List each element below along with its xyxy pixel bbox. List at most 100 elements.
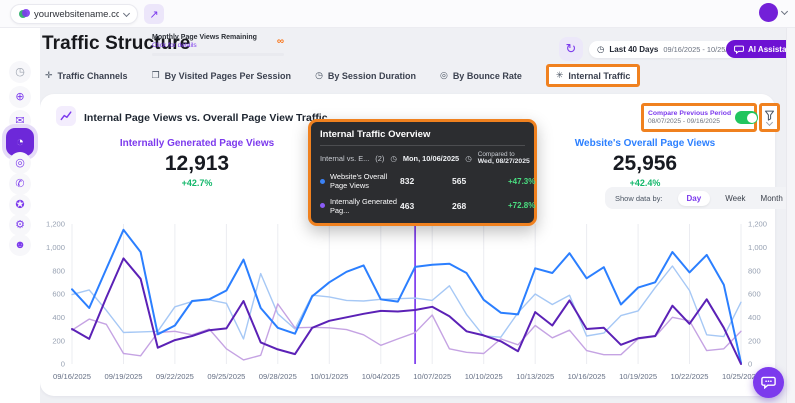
svg-text:1,000: 1,000: [46, 243, 65, 252]
tab-label: By Session Duration: [328, 71, 416, 81]
svg-text:10/01/2025: 10/01/2025: [310, 372, 348, 381]
tooltip-current-date: Mon, 10/06/2025: [403, 154, 459, 163]
sidebar-item-comments[interactable]: ✆: [9, 173, 31, 195]
tab-by-session-duration[interactable]: ◷ By Session Duration: [315, 70, 416, 81]
compared-date: Wed, 08/27/2025: [478, 158, 530, 166]
sidebar-item-account[interactable]: ☻: [9, 234, 31, 256]
sidebar: ◷ ⊕ ✉ ◔ ◎ ✆ ✪ ⚙ ☻: [0, 28, 40, 403]
tooltip-series-label: Internal vs. E...: [320, 154, 369, 163]
svg-text:400: 400: [52, 313, 65, 322]
sidebar-item-settings[interactable]: ⚙: [9, 214, 31, 236]
scrollbar[interactable]: [786, 28, 795, 403]
internal-traffic-icon: ✳: [556, 70, 564, 81]
account-icon: ☻: [14, 239, 26, 251]
tooltip-row-overall: Website's Overall Page Views 832 565 +47…: [320, 172, 525, 191]
svg-text:400: 400: [748, 313, 761, 322]
granularity-month[interactable]: Month: [761, 194, 783, 203]
tab-by-visited-pages[interactable]: ❐ By Visited Pages Per Session: [152, 70, 291, 81]
tab-label: By Visited Pages Per Session: [165, 71, 291, 81]
tab-internal-traffic[interactable]: ✳ Internal Traffic: [546, 64, 641, 87]
metric-value: 25,956: [540, 152, 750, 176]
svg-text:600: 600: [748, 290, 761, 299]
support-chat-button[interactable]: [753, 367, 784, 398]
series-dot-blue: [320, 179, 325, 184]
tab-by-bounce-rate[interactable]: ◎ By Bounce Rate: [440, 70, 522, 81]
compared-label: Compared to: [478, 151, 530, 158]
ai-assistant-button[interactable]: AI Assistant: [726, 40, 795, 58]
site-favicon-icon: [19, 9, 29, 19]
tooltip-meta: Internal vs. E... (2) ◷ Mon, 10/06/2025 …: [320, 151, 525, 166]
settings-icon: ⚙: [15, 219, 25, 231]
chart-title: Internal Page Views vs. Overall Page Vie…: [84, 112, 328, 124]
duration-icon: ◷: [315, 70, 323, 81]
svg-text:800: 800: [748, 266, 761, 275]
site-selector[interactable]: yourwebsitename.com: [10, 4, 138, 24]
svg-text:09/16/2025: 09/16/2025: [53, 372, 91, 381]
chart-title-icon: [56, 106, 76, 126]
filter-button[interactable]: [759, 103, 780, 132]
internal-page-views-metric: Internally Generated Page Views 12,913 +…: [92, 138, 302, 188]
chat-bubble-icon: [761, 376, 776, 389]
row-delta: +47.3%: [508, 177, 535, 186]
row-label: Internally Generated Pag...: [330, 197, 400, 216]
svg-text:09/25/2025: 09/25/2025: [207, 372, 245, 381]
app-screen: yourwebsitename.com ↗ ◷ ⊕ ✉ ◔ ◎ ✆ ✪ ⚙ ☻ …: [0, 0, 795, 403]
svg-text:1,200: 1,200: [748, 220, 767, 229]
comments-icon: ✆: [15, 178, 24, 190]
clock-icon: ◷: [597, 44, 604, 55]
tab-label: By Bounce Rate: [453, 71, 522, 81]
traffic-chart[interactable]: 09/16/2025 09/19/2025 09/22/2025 09/25/2025…: [44, 214, 771, 388]
chat-icon: [734, 45, 744, 54]
svg-text:600: 600: [52, 290, 65, 299]
svg-text:200: 200: [52, 336, 65, 345]
monthly-usage-label: Monthly Page Views Remaining: [152, 34, 284, 41]
refresh-button[interactable]: ↻: [559, 37, 583, 61]
metric-label: Website's Overall Page Views: [540, 138, 750, 149]
monthly-usage-widget: Monthly Page Views Remaining Click for d…: [152, 34, 284, 56]
tooltip-title: Internal Traffic Overview: [320, 129, 525, 146]
tab-label: Internal Traffic: [568, 71, 630, 81]
row-delta: +72.8%: [508, 201, 535, 210]
tab-label: Traffic Channels: [58, 71, 128, 81]
svg-text:10/22/2025: 10/22/2025: [670, 372, 708, 381]
compare-previous-period: Compare Previous Period 08/07/2025 - 09/…: [641, 103, 757, 132]
clock-icon: ◷: [465, 154, 472, 163]
tab-traffic-channels[interactable]: ✛ Traffic Channels: [45, 70, 128, 81]
sidebar-item-explore[interactable]: ⊕: [9, 86, 31, 108]
overall-page-views-metric: Website's Overall Page Views 25,956 +42.…: [540, 138, 750, 188]
granularity-week[interactable]: Week: [725, 194, 745, 203]
metric-value: 12,913: [92, 152, 302, 176]
share-button[interactable]: ↗: [144, 4, 164, 24]
chevron-down-icon: [781, 8, 788, 15]
sidebar-item-security[interactable]: ✪: [9, 194, 31, 216]
compare-range: 08/07/2025 - 09/16/2025: [648, 118, 731, 125]
svg-text:10/10/2025: 10/10/2025: [465, 372, 503, 381]
row-current-value: 832: [400, 176, 452, 186]
svg-text:09/19/2025: 09/19/2025: [104, 372, 142, 381]
bounce-rate-icon: ◎: [440, 70, 448, 81]
row-previous-value: 268: [452, 201, 508, 211]
svg-text:800: 800: [52, 266, 65, 275]
svg-text:0: 0: [748, 360, 752, 369]
granularity-day[interactable]: Day: [678, 191, 711, 206]
svg-text:10/04/2025: 10/04/2025: [362, 372, 400, 381]
svg-text:09/22/2025: 09/22/2025: [156, 372, 194, 381]
svg-text:0: 0: [61, 360, 65, 369]
report-tabs: ✛ Traffic Channels ❐ By Visited Pages Pe…: [45, 64, 640, 87]
sidebar-item-history[interactable]: ◷: [9, 61, 31, 83]
monthly-usage-details-link[interactable]: Click for details: [152, 42, 284, 49]
svg-text:10/13/2025: 10/13/2025: [516, 372, 554, 381]
svg-text:1,200: 1,200: [46, 220, 65, 229]
metric-label: Internally Generated Page Views: [92, 138, 302, 149]
tooltip-series-count: (2): [375, 154, 384, 163]
compare-toggle[interactable]: [735, 111, 758, 124]
sidebar-item-goals[interactable]: ◎: [9, 152, 31, 174]
explore-icon: ⊕: [15, 91, 24, 103]
period-label: Last 40 Days: [609, 45, 658, 54]
svg-text:10/16/2025: 10/16/2025: [568, 372, 606, 381]
row-current-value: 463: [400, 201, 452, 211]
compare-label: Compare Previous Period: [648, 110, 731, 117]
svg-text:200: 200: [748, 336, 761, 345]
user-menu[interactable]: [759, 3, 787, 22]
series-dot-purple: [320, 203, 325, 208]
